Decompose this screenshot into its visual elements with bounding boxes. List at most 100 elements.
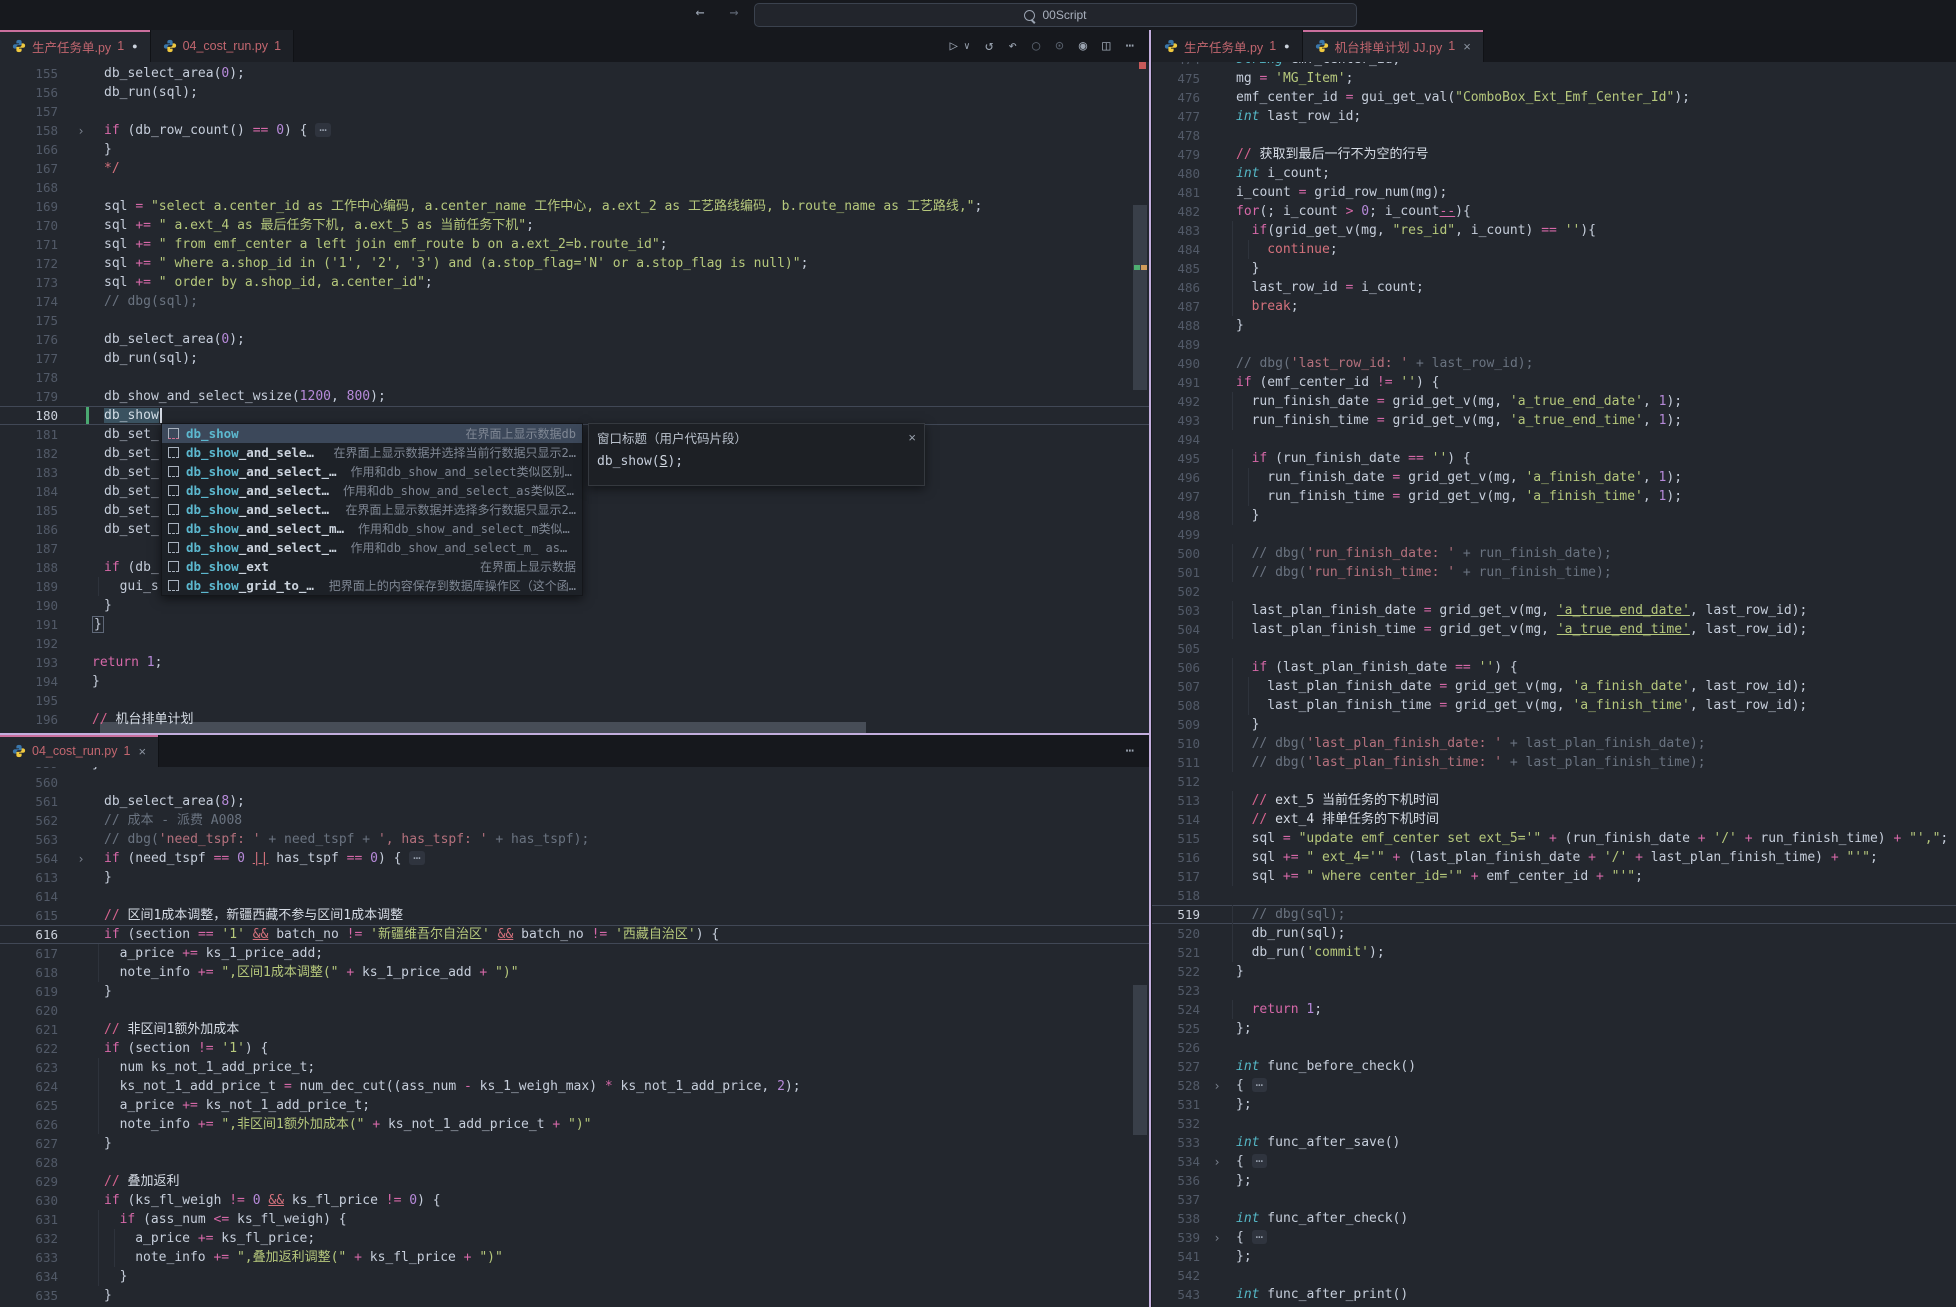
more-actions-icon[interactable]: ⋯	[1126, 38, 1134, 54]
code-line-485[interactable]: 485}	[1152, 259, 1956, 278]
code-line-475[interactable]: 475mg = 'MG_Item';	[1152, 69, 1956, 88]
code-line-170[interactable]: 170sql += " a.ext_4 as 最后任务下机, a.ext_5 a…	[0, 216, 1150, 235]
code-line-515[interactable]: 515sql = "update emf_center set ext_5='"…	[1152, 829, 1956, 848]
code-line-498[interactable]: 498}	[1152, 506, 1956, 525]
code-line-486[interactable]: 486last_row_id = i_count;	[1152, 278, 1956, 297]
code-line-563[interactable]: 563// dbg('need_tspf: ' + need_tspf + ',…	[0, 830, 1150, 849]
code-line-190[interactable]: 190}	[0, 596, 1150, 615]
code-line-481[interactable]: 481i_count = grid_row_num(mg);	[1152, 183, 1956, 202]
suggest-item-db_show[interactable]: db_show在界面上显示数据db	[162, 424, 582, 443]
run-icon[interactable]: ▷	[949, 38, 957, 54]
fold-icon[interactable]: ›	[70, 124, 92, 138]
nav-back-icon[interactable]: ←	[688, 3, 712, 21]
code-line-537[interactable]: 537	[1152, 1190, 1956, 1209]
code-line-623[interactable]: 623num ks_not_1_add_price_t;	[0, 1058, 1150, 1077]
code-line-531[interactable]: 531};	[1152, 1095, 1956, 1114]
fold-icon[interactable]: ›	[1208, 1155, 1226, 1169]
code-line-499[interactable]: 499	[1152, 525, 1956, 544]
code-line-191[interactable]: 191}	[0, 615, 1150, 634]
code-line-561[interactable]: 561db_select_area(8);	[0, 792, 1150, 811]
code-line-628[interactable]: 628	[0, 1153, 1150, 1172]
code-line-476[interactable]: 476emf_center_id = gui_get_val("ComboBox…	[1152, 88, 1956, 107]
tab-04-cost-run-bottom[interactable]: 04_cost_run.py 1 ×	[0, 735, 159, 767]
code-line-523[interactable]: 523	[1152, 981, 1956, 1000]
code-line-624[interactable]: 624ks_not_1_add_price_t = num_dec_cut((a…	[0, 1077, 1150, 1096]
suggest-item-db_show_and_select[interactable]: db_show_and_select…在界面上显示数据并选择多行数据只显示2…	[162, 500, 582, 519]
code-line-491[interactable]: 491if (emf_center_id != '') {	[1152, 373, 1956, 392]
code-line-510[interactable]: 510// dbg('last_plan_finish_date: ' + la…	[1152, 734, 1956, 753]
code-line-508[interactable]: 508last_plan_finish_time = grid_get_v(mg…	[1152, 696, 1956, 715]
code-line-632[interactable]: 632a_price += ks_fl_price;	[0, 1229, 1150, 1248]
editor-group-divider-vertical[interactable]	[1149, 30, 1151, 1307]
code-line-521[interactable]: 521db_run('commit');	[1152, 943, 1956, 962]
code-line-513[interactable]: 513// ext_5 当前任务的下机时间	[1152, 791, 1956, 810]
code-line-478[interactable]: 478	[1152, 126, 1956, 145]
code-line-564[interactable]: 564›if (need_tspf == 0 || has_tspf == 0)…	[0, 849, 1150, 868]
split-editor-icon[interactable]: ◫	[1102, 38, 1110, 54]
code-line-174[interactable]: 174// dbg(sql);	[0, 292, 1150, 311]
code-line-496[interactable]: 496run_finish_date = grid_get_v(mg, 'a_f…	[1152, 468, 1956, 487]
code-line-487[interactable]: 487break;	[1152, 297, 1956, 316]
code-line-534[interactable]: 534›{ ⋯	[1152, 1152, 1956, 1171]
code-line-155[interactable]: 155db_select_area(0);	[0, 64, 1150, 83]
vertical-scrollbar-left-top[interactable]	[1133, 205, 1147, 390]
suggest-item-db_show_and_select_m[interactable]: db_show_and_select_m…作用和db_show_and_sele…	[162, 519, 582, 538]
command-center-search[interactable]: 00Script	[754, 3, 1357, 27]
code-line-517[interactable]: 517sql += " where center_id='" + emf_cen…	[1152, 867, 1956, 886]
code-line-616[interactable]: 616if (section == '1' && batch_no != '新疆…	[0, 925, 1150, 944]
code-line-524[interactable]: 524return 1;	[1152, 1000, 1956, 1019]
nav-forward-icon[interactable]: →	[722, 3, 746, 21]
code-line-542[interactable]: 542	[1152, 1266, 1956, 1285]
code-line-518[interactable]: 518	[1152, 886, 1956, 905]
code-line-505[interactable]: 505	[1152, 639, 1956, 658]
suggest-item-db_show_ext[interactable]: db_show_ext在界面上显示数据	[162, 557, 582, 576]
code-line-631[interactable]: 631if (ass_num <= ks_fl_weigh) {	[0, 1210, 1150, 1229]
tab-close-icon[interactable]: ×	[1463, 39, 1471, 54]
code-line-492[interactable]: 492run_finish_date = grid_get_v(mg, 'a_t…	[1152, 392, 1956, 411]
open-changes-icon[interactable]: ◉	[1079, 38, 1087, 54]
code-line-509[interactable]: 509}	[1152, 715, 1956, 734]
code-line-506[interactable]: 506if (last_plan_finish_date == '') {	[1152, 658, 1956, 677]
code-line-621[interactable]: 621// 非区间1额外加成本	[0, 1020, 1150, 1039]
code-line-634[interactable]: 634}	[0, 1267, 1150, 1286]
code-line-504[interactable]: 504last_plan_finish_time = grid_get_v(mg…	[1152, 620, 1956, 639]
code-line-178[interactable]: 178	[0, 368, 1150, 387]
code-line-526[interactable]: 526	[1152, 1038, 1956, 1057]
suggest-item-db_show_and_sele[interactable]: db_show_and_sele…在界面上显示数据并选择当前行数据只显示2…	[162, 443, 582, 462]
code-line-156[interactable]: 156db_run(sql);	[0, 83, 1150, 102]
tab-dirty-dot[interactable]: ●	[132, 41, 137, 51]
code-line-614[interactable]: 614	[0, 887, 1150, 906]
tab-close-icon[interactable]: ×	[138, 744, 146, 759]
tab-machine-schedule[interactable]: 机台排单计划 JJ.py 1 ×	[1303, 30, 1484, 62]
code-line-195[interactable]: 195	[0, 691, 1150, 710]
code-line-620[interactable]: 620	[0, 1001, 1150, 1020]
code-line-619[interactable]: 619}	[0, 982, 1150, 1001]
code-line-625[interactable]: 625a_price += ks_not_1_add_price_t;	[0, 1096, 1150, 1115]
code-line-536[interactable]: 536};	[1152, 1171, 1956, 1190]
editor-right[interactable]: 474string emf_center_id;475mg = 'MG_Item…	[1152, 50, 1956, 1307]
code-line-541[interactable]: 541};	[1152, 1247, 1956, 1266]
code-line-533[interactable]: 533int func_after_save()	[1152, 1133, 1956, 1152]
code-line-477[interactable]: 477int last_row_id;	[1152, 107, 1956, 126]
code-line-194[interactable]: 194}	[0, 672, 1150, 691]
suggest-item-db_show_and_select_[interactable]: db_show_and_select_…作用和db_show_and_selec…	[162, 462, 582, 481]
code-line-495[interactable]: 495if (run_finish_date == '') {	[1152, 449, 1956, 468]
fold-icon[interactable]: ›	[70, 852, 92, 866]
code-line-489[interactable]: 489	[1152, 335, 1956, 354]
code-line-483[interactable]: 483if(grid_get_v(mg, "res_id", i_count) …	[1152, 221, 1956, 240]
code-line-511[interactable]: 511// dbg('last_plan_finish_time: ' + la…	[1152, 753, 1956, 772]
tab-dirty-dot[interactable]: ●	[1284, 41, 1289, 51]
code-line-635[interactable]: 635}	[0, 1286, 1150, 1305]
code-line-167[interactable]: 167*/	[0, 159, 1150, 178]
code-line-503[interactable]: 503last_plan_finish_date = grid_get_v(mg…	[1152, 601, 1956, 620]
editor-left-bottom[interactable]: 559}560561db_select_area(8);562// 成本 - 派…	[0, 754, 1150, 1307]
code-line-175[interactable]: 175	[0, 311, 1150, 330]
fold-icon[interactable]: ›	[1208, 1079, 1226, 1093]
code-line-629[interactable]: 629// 叠加返利	[0, 1172, 1150, 1191]
code-line-613[interactable]: 613}	[0, 868, 1150, 887]
prev-change-icon[interactable]: ○	[1032, 38, 1040, 54]
code-line-622[interactable]: 622if (section != '1') {	[0, 1039, 1150, 1058]
code-line-519[interactable]: 519// dbg(sql);	[1152, 905, 1956, 924]
code-line-512[interactable]: 512	[1152, 772, 1956, 791]
vertical-scrollbar-left-bottom[interactable]	[1133, 985, 1147, 1135]
